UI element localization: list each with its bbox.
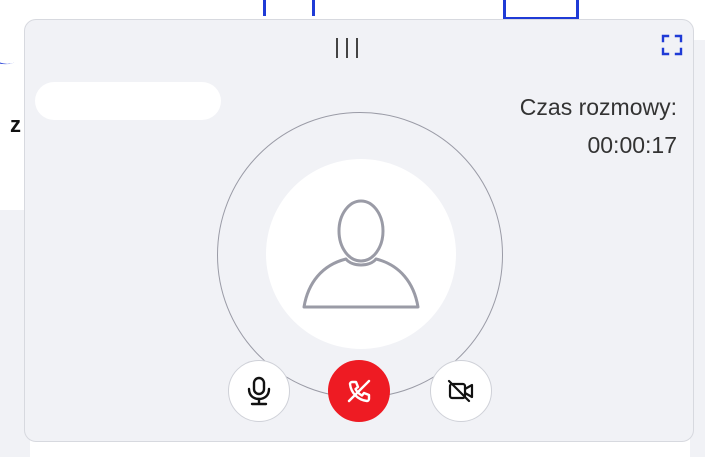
user-avatar-icon xyxy=(302,199,420,309)
caller-name xyxy=(35,82,221,120)
call-duration-label: Czas rozmowy: xyxy=(519,94,677,120)
toggle-camera-button[interactable] xyxy=(430,360,492,422)
call-panel: Czas rozmowy: 00:00:17 xyxy=(24,19,694,442)
drag-handle-icon[interactable] xyxy=(336,38,358,58)
avatar xyxy=(266,159,456,349)
background-box xyxy=(263,0,315,16)
call-duration-value: 00:00:17 xyxy=(587,132,677,158)
microphone-icon xyxy=(247,376,271,406)
fullscreen-button[interactable] xyxy=(661,34,683,56)
background-box xyxy=(503,0,579,20)
background-partial-text: z xyxy=(10,112,21,137)
mute-microphone-button[interactable] xyxy=(228,360,290,422)
end-call-button[interactable] xyxy=(328,360,390,422)
fullscreen-icon xyxy=(661,34,683,56)
camera-off-icon xyxy=(447,379,474,403)
phone-hangup-icon xyxy=(347,379,371,403)
